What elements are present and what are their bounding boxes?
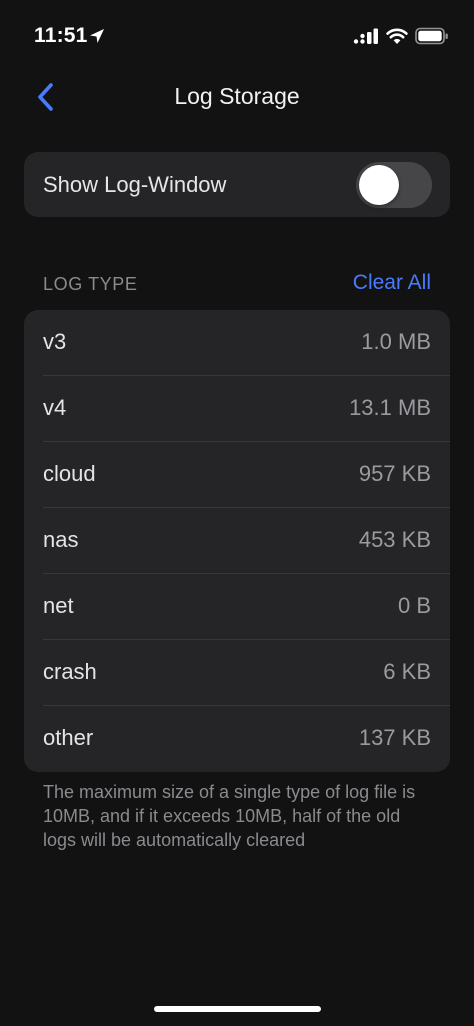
log-row-crash[interactable]: crash 6 KB (24, 640, 450, 706)
log-type-list: v3 1.0 MB v4 13.1 MB cloud 957 KB nas 45… (24, 310, 450, 772)
log-type-name: cloud (43, 461, 96, 486)
log-row-v4[interactable]: v4 13.1 MB (24, 376, 450, 442)
status-bar: 11:51 (0, 0, 474, 76)
log-size-footnote: The maximum size of a single type of log… (43, 782, 416, 850)
location-arrow-icon (90, 29, 104, 43)
log-row-cloud[interactable]: cloud 957 KB (24, 442, 450, 508)
log-size-value: 1.0 MB (361, 329, 431, 354)
clear-all-button[interactable]: Clear All (353, 271, 431, 295)
log-type-name: crash (43, 659, 97, 684)
page-title: Log Storage (174, 83, 300, 109)
log-type-name: nas (43, 527, 79, 552)
log-row-net[interactable]: net 0 B (24, 574, 450, 640)
log-size-value: 13.1 MB (349, 395, 431, 420)
log-size-value: 6 KB (383, 659, 431, 684)
log-type-header: LOG TYPE (43, 274, 138, 294)
battery-icon (415, 27, 448, 45)
log-size-value: 957 KB (358, 461, 431, 486)
log-type-name: other (43, 725, 94, 750)
log-row-nas[interactable]: nas 453 KB (24, 508, 450, 574)
log-type-name: v4 (43, 395, 67, 420)
log-size-value: 137 KB (358, 725, 431, 750)
toggle-knob (359, 165, 399, 205)
screen: 11:51 Log Storage Show Log-Window LOG TY… (0, 0, 474, 1026)
status-time: 11:51 (34, 24, 88, 47)
navigation-bar: Log Storage (0, 70, 474, 124)
log-row-v3[interactable]: v3 1.0 MB (24, 310, 450, 376)
cellular-signal-icon (353, 28, 378, 44)
log-type-name: net (43, 593, 74, 618)
log-size-value: 453 KB (358, 527, 431, 552)
log-type-name: v3 (43, 329, 67, 354)
log-size-value: 0 B (397, 593, 431, 618)
log-row-other[interactable]: other 137 KB (24, 706, 450, 772)
wifi-icon (386, 28, 408, 44)
show-log-window-label: Show Log-Window (43, 172, 227, 197)
home-indicator[interactable] (154, 1006, 321, 1012)
show-log-window-toggle[interactable] (356, 162, 432, 208)
